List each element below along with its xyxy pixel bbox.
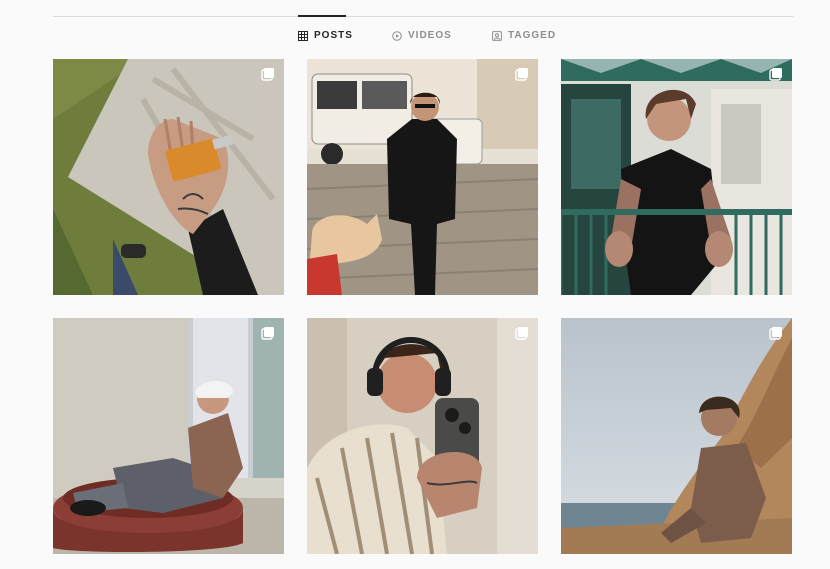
play-circle-icon — [392, 30, 402, 41]
tab-videos-label: VIDEOS — [408, 30, 452, 41]
carousel-icon — [769, 327, 782, 340]
post-image-man-railing — [561, 59, 792, 295]
tab-posts-label: POSTS — [314, 30, 353, 41]
carousel-icon — [769, 68, 782, 81]
carousel-icon — [261, 68, 274, 81]
post-tile[interactable] — [307, 318, 538, 554]
active-tab-indicator — [298, 15, 346, 17]
profile-tabs-divider — [53, 16, 793, 17]
carousel-icon — [515, 327, 528, 340]
post-image-hand-perfume — [53, 59, 284, 295]
post-tile[interactable] — [561, 59, 792, 295]
carousel-icon — [515, 68, 528, 81]
tab-tagged[interactable]: TAGGED — [492, 30, 556, 41]
tab-posts[interactable]: POSTS — [298, 30, 353, 41]
grid-icon — [298, 30, 308, 41]
post-tile[interactable] — [53, 59, 284, 295]
post-tile[interactable] — [307, 59, 538, 295]
post-tile[interactable] — [561, 318, 792, 554]
tab-videos[interactable]: VIDEOS — [392, 30, 452, 41]
post-tile[interactable] — [53, 318, 284, 554]
post-image-man-planter — [53, 318, 284, 554]
tab-tagged-label: TAGGED — [508, 30, 557, 41]
post-image-man-with-dog — [307, 59, 538, 295]
profile-tabs: POSTS VIDEOS TAGGED — [0, 30, 830, 48]
tagged-icon — [492, 30, 502, 41]
carousel-icon — [261, 327, 274, 340]
post-image-man-rocks — [561, 318, 792, 554]
post-image-mirror-selfie — [307, 318, 538, 554]
